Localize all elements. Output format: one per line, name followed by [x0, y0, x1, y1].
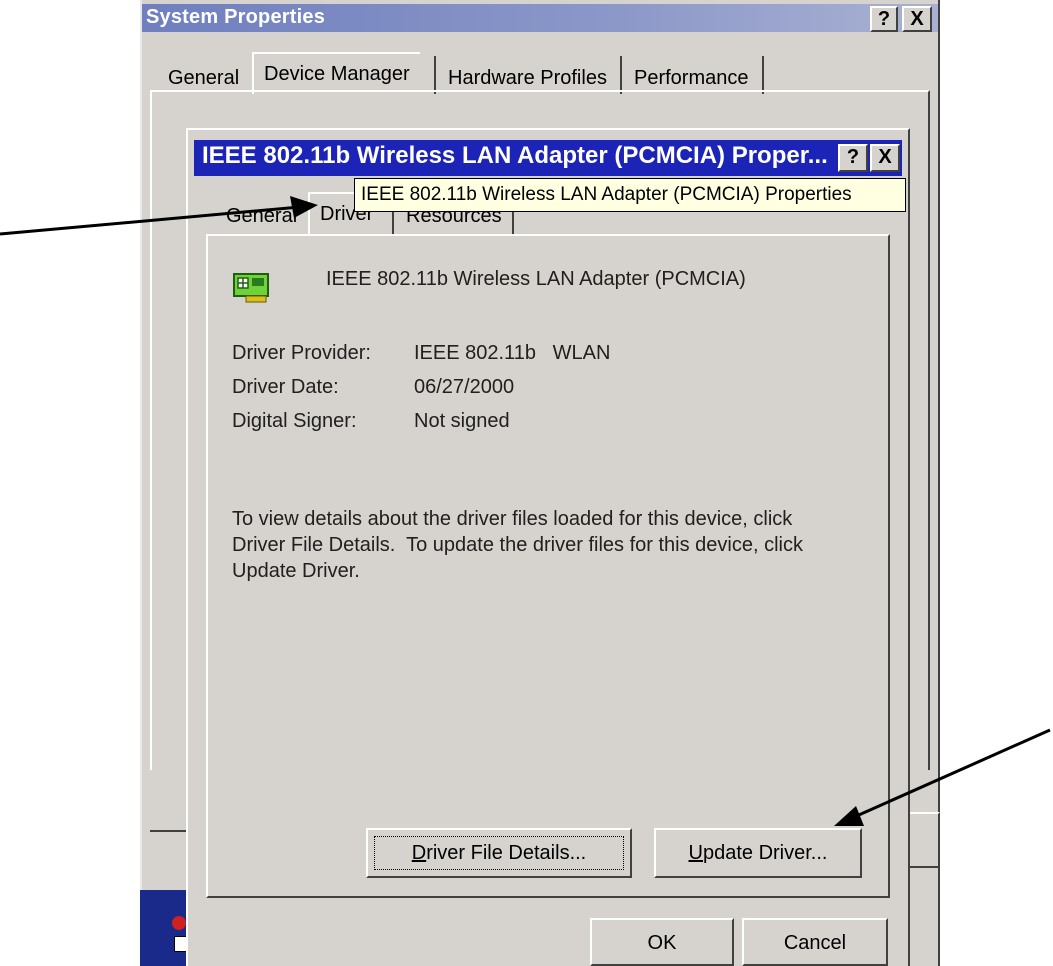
update-driver-button[interactable]: Update Driver...: [654, 828, 862, 878]
dialog-tab-general[interactable]: General: [216, 196, 307, 236]
cancel-button[interactable]: Cancel: [742, 918, 888, 966]
accelerator-key: U: [688, 842, 703, 864]
driver-date-value: 06/27/2000: [414, 376, 515, 398]
digital-signer-label: Digital Signer:: [232, 410, 357, 432]
tab-divider: [620, 56, 622, 94]
tab-device-manager[interactable]: Device Manager: [252, 52, 420, 94]
driver-file-details-button[interactable]: Driver File Details...: [366, 828, 632, 878]
dialog-close-button[interactable]: X: [870, 144, 900, 172]
outer-help-button[interactable]: ?: [870, 6, 898, 32]
tab-divider: [762, 56, 764, 94]
description-line: To view details about the driver files l…: [232, 508, 793, 530]
driver-date-label: Driver Date:: [232, 376, 339, 398]
system-properties-title: System Properties: [146, 6, 326, 28]
ok-button[interactable]: OK: [590, 918, 734, 966]
description-line: Update Driver.: [232, 560, 360, 582]
title-tooltip: IEEE 802.11b Wireless LAN Adapter (PCMCI…: [354, 178, 906, 212]
description-line: Driver File Details. To update the drive…: [232, 534, 803, 556]
button-label: pdate Driver...: [702, 842, 828, 864]
device-name: IEEE 802.11b Wireless LAN Adapter (PCMCI…: [326, 268, 746, 290]
focus-ring: [374, 836, 624, 870]
dialog-help-button[interactable]: ?: [838, 144, 868, 172]
outer-close-button[interactable]: X: [902, 6, 932, 32]
digital-signer-value: Not signed: [414, 410, 510, 432]
network-card-icon: [232, 270, 272, 304]
outer-divider: [150, 830, 190, 832]
tab-divider: [434, 56, 436, 94]
dialog-title: IEEE 802.11b Wireless LAN Adapter (PCMCI…: [202, 142, 828, 169]
driver-provider-value: IEEE 802.11b WLAN: [414, 342, 611, 364]
driver-provider-label: Driver Provider:: [232, 342, 371, 364]
taskbar-app-icon[interactable]: [172, 916, 186, 930]
